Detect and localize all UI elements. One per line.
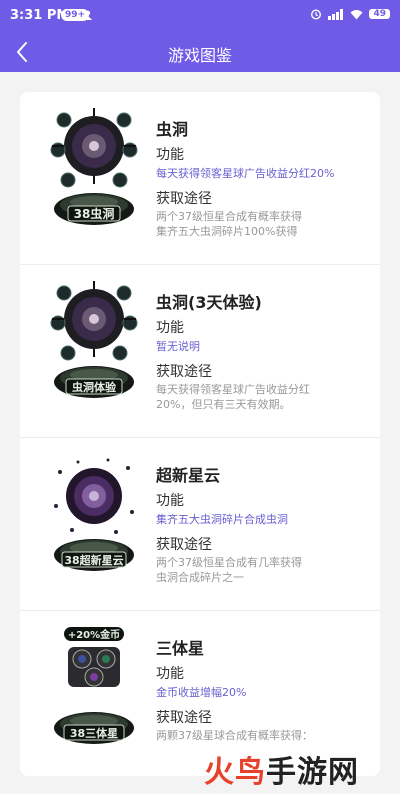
- wifi-icon: [350, 9, 363, 19]
- func-value: 集齐五大虫洞碎片合成虫洞: [156, 513, 288, 526]
- item-name: 虫洞(3天体验): [156, 293, 262, 312]
- battery-indicator: 49: [369, 9, 390, 19]
- item-text: 虫洞(3天体验) 功能 暂无说明 获取途径 每天获得领客星球广告收益分红 20%…: [156, 289, 366, 412]
- item-name: 虫洞: [156, 120, 189, 139]
- func-label: 功能: [156, 666, 184, 682]
- item-name: 三体星: [156, 639, 205, 658]
- page-title: 游戏图鉴: [167, 46, 232, 65]
- list-item[interactable]: 38虫洞 虫洞 功能 每天获得领客星球广告收益分红20% 获取途径 两个37级恒…: [20, 92, 380, 265]
- get-value: 两个37级恒星合成有几率获得 虫洞合成碎片之一: [156, 556, 302, 584]
- supernova-nebula-image: 38超新星云: [54, 458, 134, 571]
- watermark-part1: 火鸟: [204, 755, 266, 790]
- get-value: 两个37级恒星合成有概率获得 集齐五大虫洞碎片100%获得: [156, 210, 302, 238]
- person-icon: [84, 10, 92, 20]
- three-body-star-image: +20%金币 38三体星: [54, 627, 134, 744]
- func-value: 每天获得领客星球广告收益分红20%: [156, 167, 335, 180]
- nav-bar: 游戏图鉴: [0, 32, 400, 72]
- signal-icon: [328, 8, 344, 20]
- status-bar: 3:31 PM 99+ 49: [0, 0, 400, 32]
- item-text: 超新星云 功能 集齐五大虫洞碎片合成虫洞 获取途径 两个37级恒星合成有几率获得…: [156, 462, 366, 585]
- alarm-icon: [311, 9, 322, 20]
- list-item[interactable]: 38超新星云 超新星云 功能 集齐五大虫洞碎片合成虫洞 获取途径 两个37级恒星…: [20, 438, 380, 611]
- func-label: 功能: [156, 147, 184, 163]
- watermark-part2: 手游网: [266, 755, 359, 790]
- wormhole-trial-image: 虫洞体验: [50, 281, 138, 398]
- get-label: 获取途径: [156, 537, 212, 553]
- status-right: 49: [310, 8, 390, 20]
- item-badge: 38三体星: [70, 726, 118, 740]
- get-value: 两颗37级星球合成有概率获得：: [156, 729, 313, 742]
- item-text: 三体星 功能 金币收益增幅20% 获取途径 两颗37级星球合成有概率获得：: [156, 635, 366, 743]
- get-label: 获取途径: [156, 191, 212, 207]
- item-badge: 38超新星云: [64, 553, 123, 567]
- item-name: 超新星云: [156, 466, 221, 485]
- func-label: 功能: [156, 493, 184, 509]
- get-label: 获取途径: [156, 364, 212, 380]
- func-value: 金币收益增幅20%: [156, 686, 247, 699]
- top-badge: +20%金币: [68, 628, 120, 641]
- get-label: 获取途径: [156, 710, 212, 726]
- get-value: 每天获得领客星球广告收益分红 20%，但只有三天有效期。: [156, 383, 310, 411]
- func-value: 暂无说明: [156, 340, 200, 353]
- encyclopedia-card: 38虫洞 虫洞 功能 每天获得领客星球广告收益分红20% 获取途径 两个37级恒…: [20, 92, 380, 776]
- wormhole-image: 38虫洞: [50, 108, 138, 225]
- list-item[interactable]: 虫洞体验 虫洞(3天体验) 功能 暂无说明 获取途径 每天获得领客星球广告收益分…: [20, 265, 380, 438]
- watermark-logo: 火鸟手游网: [204, 747, 359, 791]
- item-badge: 38虫洞: [74, 206, 115, 221]
- func-label: 功能: [156, 320, 184, 336]
- item-text: 虫洞 功能 每天获得领客星球广告收益分红20% 获取途径 两个37级恒星合成有概…: [156, 116, 366, 239]
- item-badge: 虫洞体验: [72, 380, 117, 394]
